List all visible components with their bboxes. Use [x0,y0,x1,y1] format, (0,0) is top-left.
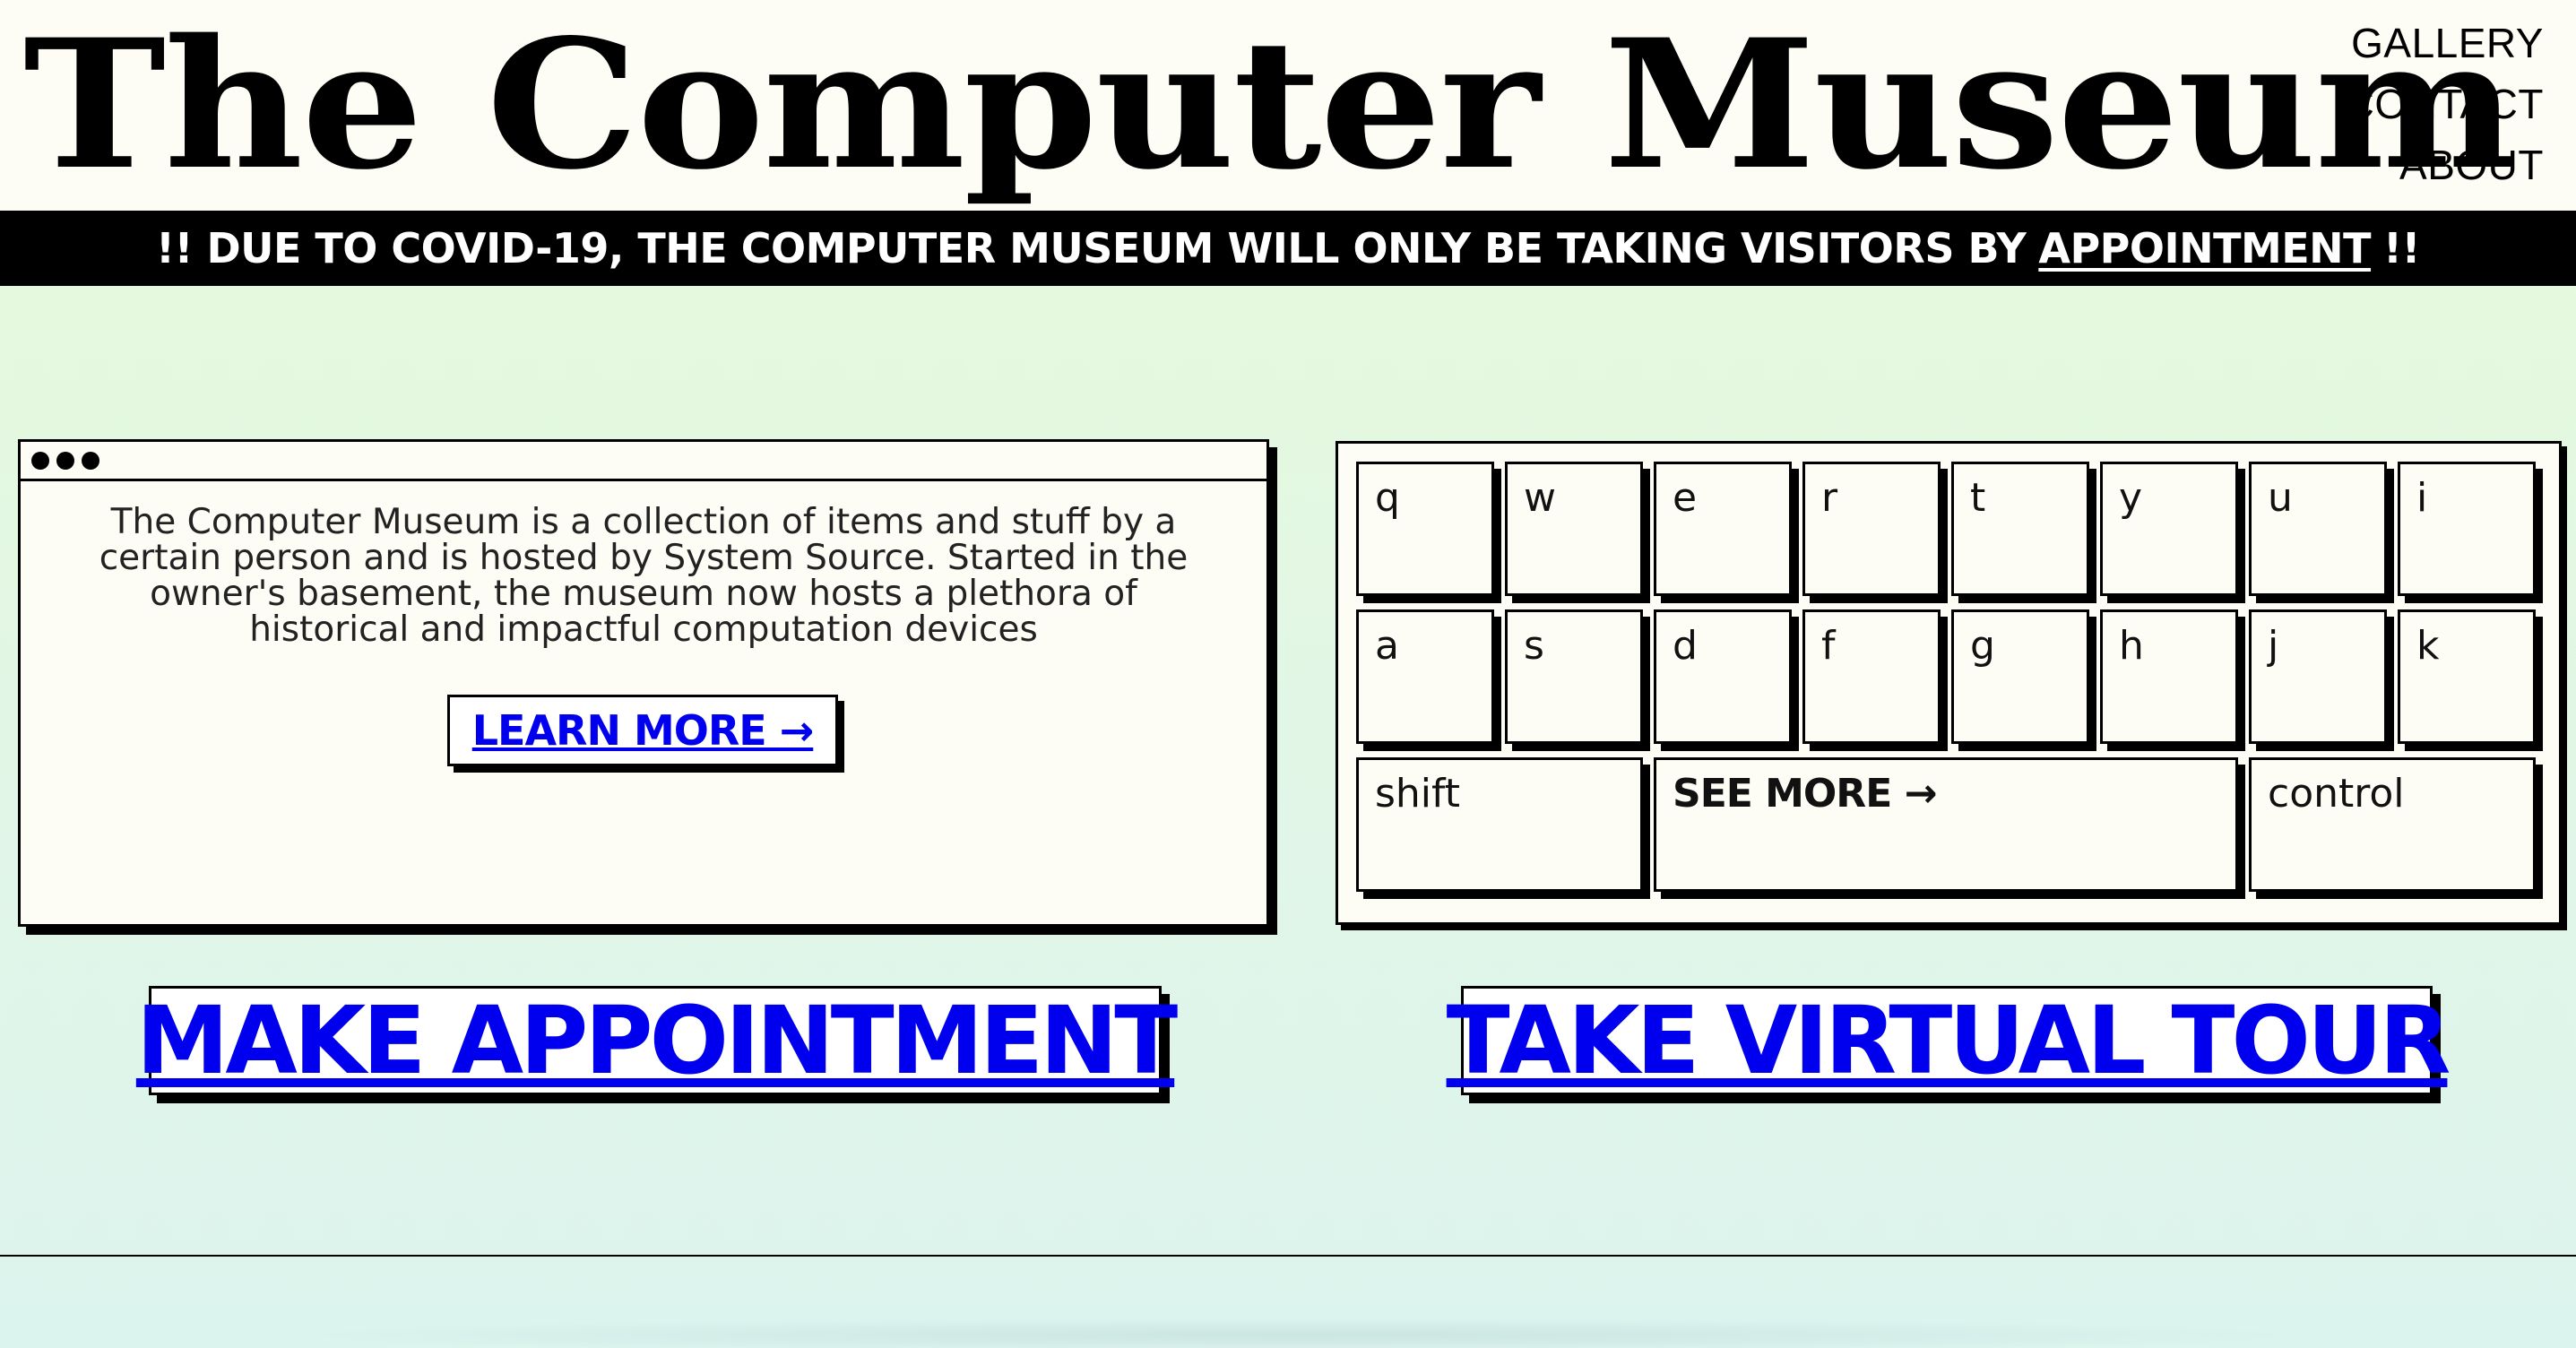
key-q[interactable]: q [1356,462,1494,596]
footer-shadow [269,1318,2330,1348]
key-h[interactable]: h [2100,609,2238,744]
nav-contact-link[interactable]: CONTACT [2345,73,2544,134]
about-description: The Computer Museum is a collection of i… [99,502,1189,650]
key-g[interactable]: g [1951,609,2089,744]
window-dot-icon [31,451,49,470]
covid-banner: !! DUE TO COVID-19, THE COMPUTER MUSEUM … [0,211,2576,286]
banner-appointment-link[interactable]: APPOINTMENT [2038,224,2371,272]
make-appointment-button[interactable]: MAKE APPOINTMENT [136,986,1178,1095]
keyboard-panel: q w e r t y u i a s d f g h j k shift SE… [1336,441,2562,925]
key-k[interactable]: k [2398,609,2536,744]
key-r[interactable]: r [1802,462,1941,596]
key-shift[interactable]: shift [1356,757,1643,892]
footer-divider [0,1255,2576,1257]
key-a[interactable]: a [1356,609,1494,744]
window-dot-icon [56,451,74,470]
site-title[interactable]: The Computer Museum [23,2,2518,208]
key-w[interactable]: w [1505,462,1643,596]
key-i[interactable]: i [2398,462,2536,596]
nav-gallery-link[interactable]: GALLERY [2345,13,2544,73]
banner-suffix: !! [2383,224,2421,272]
nav-about-link[interactable]: ABOUT [2345,134,2544,195]
key-j[interactable]: j [2249,609,2387,744]
key-control[interactable]: control [2249,757,2536,892]
key-f[interactable]: f [1802,609,1941,744]
key-y[interactable]: y [2100,462,2238,596]
see-more-key-button[interactable]: SEE MORE → [1654,757,2238,892]
about-window: The Computer Museum is a collection of i… [18,439,1269,927]
key-d[interactable]: d [1654,609,1792,744]
site-header: The Computer Museum GALLERY CONTACT ABOU… [0,0,2576,211]
main-nav: GALLERY CONTACT ABOUT [2345,13,2544,195]
key-e[interactable]: e [1654,462,1792,596]
key-s[interactable]: s [1505,609,1643,744]
learn-more-button[interactable]: LEARN MORE → [447,695,838,766]
window-dot-icon [82,451,99,470]
key-u[interactable]: u [2249,462,2387,596]
key-t[interactable]: t [1951,462,2089,596]
take-virtual-tour-button[interactable]: TAKE VIRTUAL TOUR [1447,986,2451,1095]
banner-text: !! DUE TO COVID-19, THE COMPUTER MUSEUM … [155,224,2027,272]
window-titlebar [21,442,1266,481]
